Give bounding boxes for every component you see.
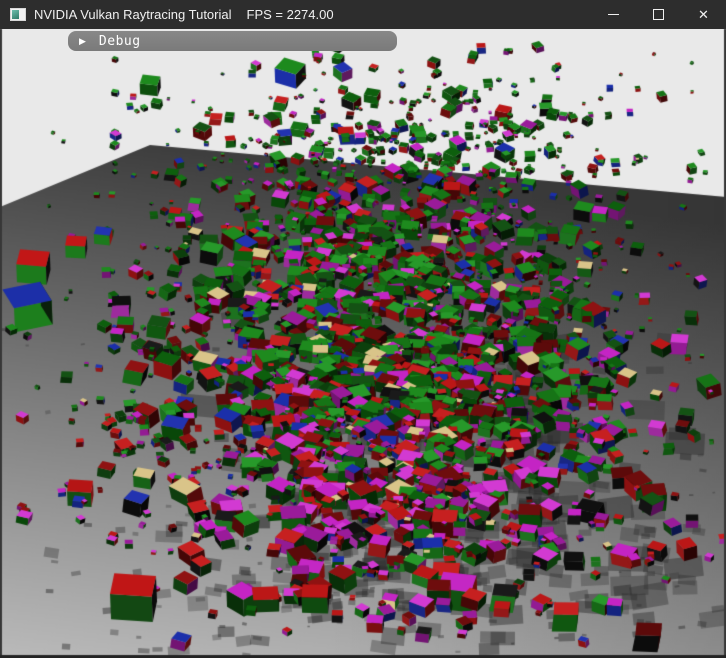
close-icon: ✕ [698,8,709,21]
fps-counter: FPS = 2274.00 [247,7,334,22]
maximize-button[interactable] [636,0,681,29]
window-title: NVIDIA Vulkan Raytracing Tutorial [34,7,232,22]
window-controls: ✕ [591,0,726,29]
collapse-arrow-icon: ▶ [79,37,86,46]
debug-panel-header[interactable]: ▶ Debug [68,31,397,51]
minimize-button[interactable] [591,0,636,29]
raytraced-viewport-canvas[interactable] [0,0,726,658]
close-button[interactable]: ✕ [681,0,726,29]
app-icon-pane [12,10,19,19]
app-window-icon [10,8,26,21]
app-window: NVIDIA Vulkan Raytracing Tutorial FPS = … [0,0,726,658]
maximize-icon [653,9,664,20]
minimize-icon [608,14,619,15]
titlebar[interactable]: NVIDIA Vulkan Raytracing Tutorial FPS = … [0,0,726,29]
debug-panel-label: Debug [99,34,141,49]
